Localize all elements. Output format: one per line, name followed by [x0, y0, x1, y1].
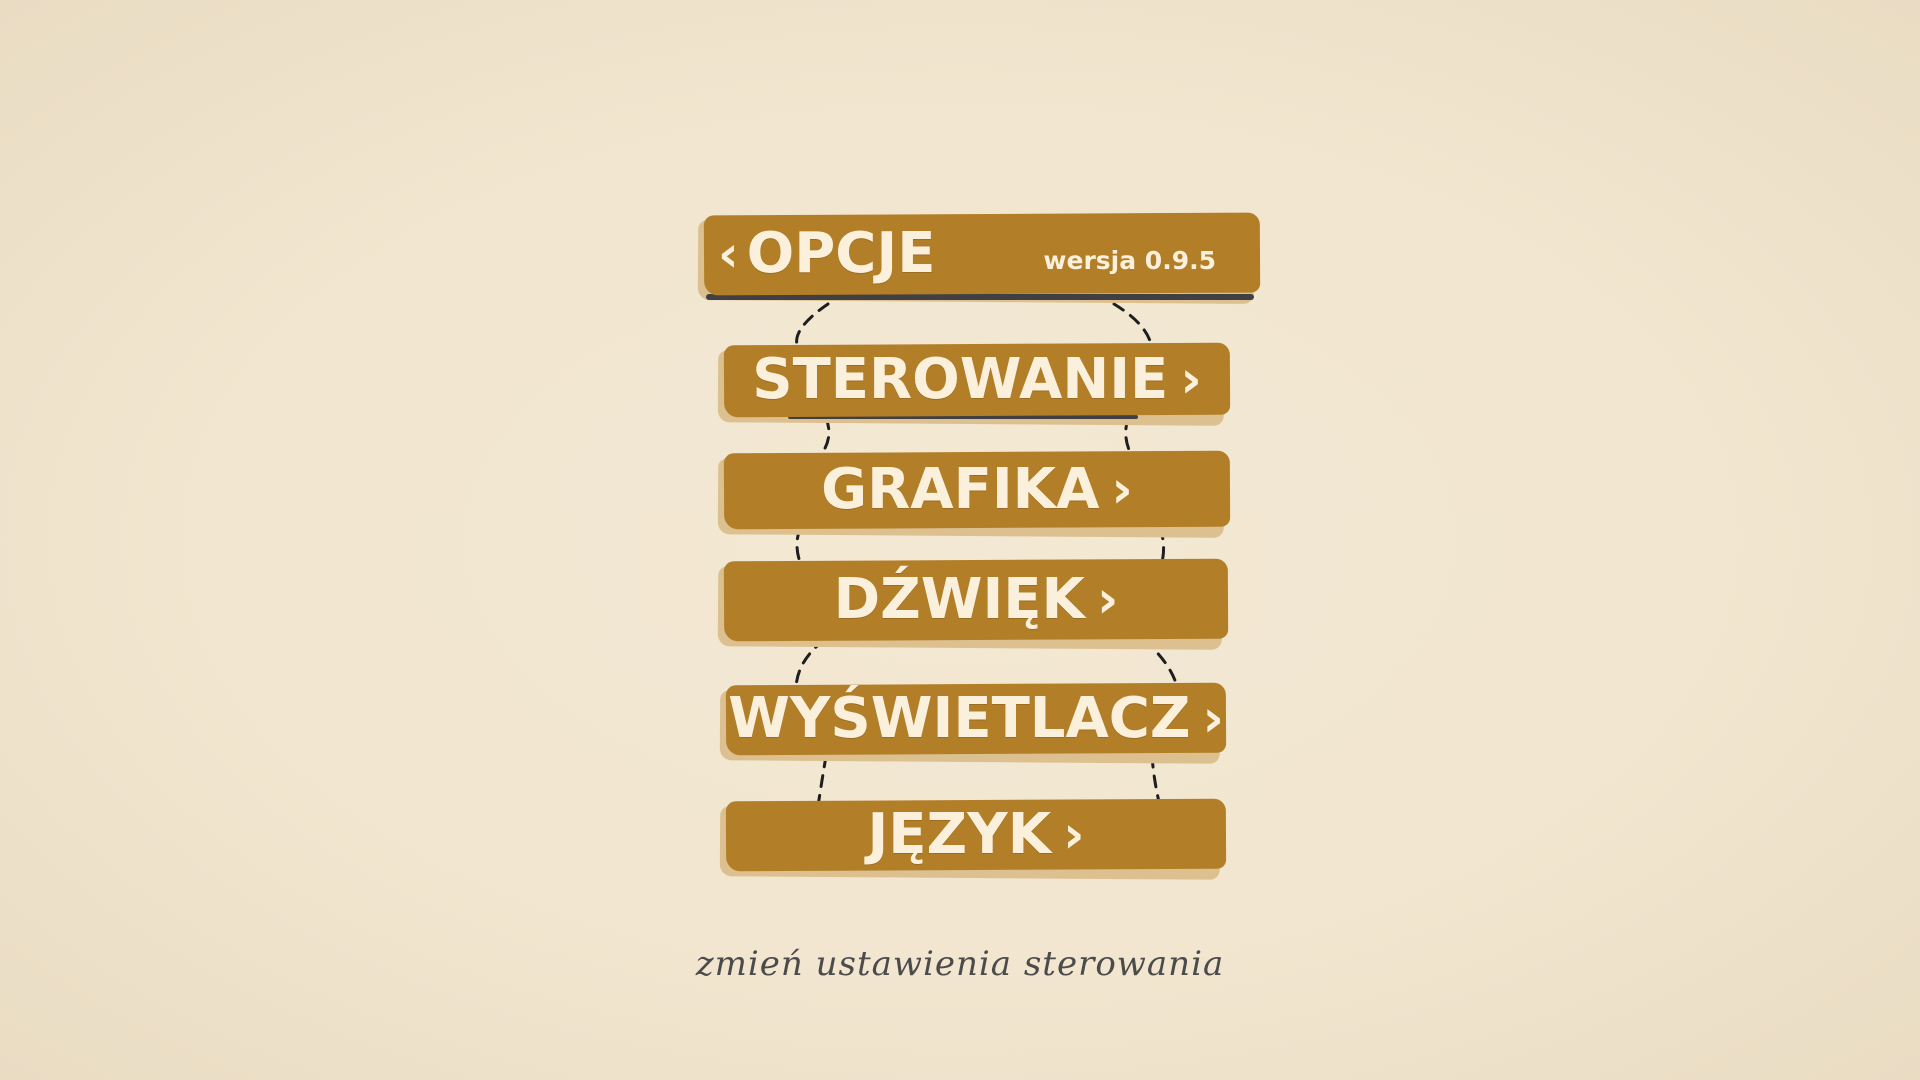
chevron-right-icon: ›: [1096, 570, 1119, 630]
rope-left-2: [818, 416, 831, 458]
chevron-right-icon: ›: [1202, 689, 1224, 749]
rope-decoration: [794, 302, 1180, 808]
menu-item-dzwiek[interactable]: DŹWIĘK ›: [717, 558, 1229, 650]
menu-item-label: WYŚWIETLACZ: [728, 686, 1191, 751]
rope-left-4: [794, 638, 826, 692]
options-header: ‹ OPCJE wersja 0.9.5: [697, 212, 1261, 304]
menu-hint-text: zmień ustawienia sterowania: [695, 944, 1225, 984]
menu-item-label: DŹWIĘK: [833, 567, 1085, 632]
back-button[interactable]: ‹: [718, 229, 739, 279]
menu-item-label: STEROWANIE: [752, 347, 1169, 412]
menu-item-jezyk[interactable]: JĘZYK ›: [719, 798, 1227, 880]
menu-item-wyswietlacz[interactable]: WYŚWIETLACZ ›: [719, 682, 1227, 764]
chevron-right-icon: ›: [1180, 350, 1202, 410]
menu-item-label: GRAFIKA: [821, 457, 1100, 522]
page-title: OPCJE: [746, 221, 936, 286]
rope-left-5: [816, 754, 828, 808]
rope-left-1: [795, 302, 830, 350]
menu-item-sterowanie[interactable]: STEROWANIE ›: [717, 342, 1231, 426]
version-label: wersja 0.9.5: [1043, 246, 1216, 275]
chevron-right-icon: ›: [1111, 460, 1133, 520]
chevron-right-icon: ›: [1063, 805, 1085, 865]
menu-item-label: JĘZYK: [867, 802, 1052, 867]
menu-item-grafika[interactable]: GRAFIKA ›: [717, 450, 1231, 538]
